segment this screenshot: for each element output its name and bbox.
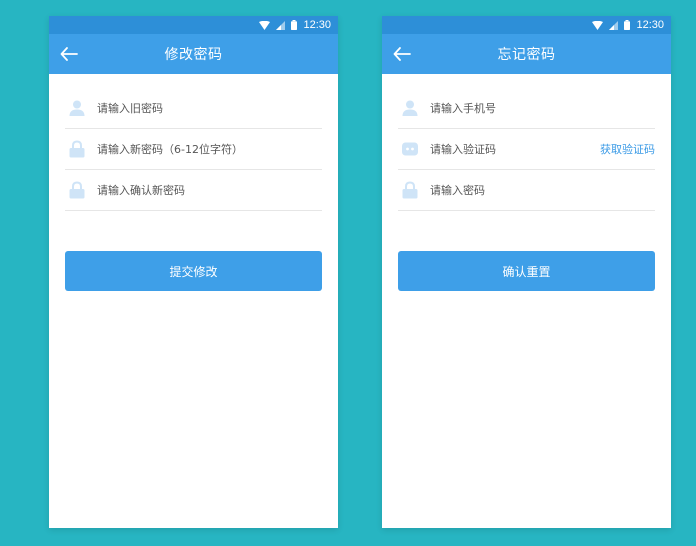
forgot-password-screen: 12:30 忘记密码 获取验证码 确认重置	[382, 16, 671, 528]
phone-number-input[interactable]	[430, 101, 655, 115]
page-title: 修改密码	[164, 47, 223, 63]
battery-icon	[624, 20, 631, 30]
new-password-row	[65, 129, 322, 170]
password-input[interactable]	[430, 183, 655, 197]
signal-icon	[609, 20, 619, 30]
back-arrow-icon[interactable]	[59, 44, 79, 64]
forgot-password-form: 获取验证码	[382, 74, 671, 211]
password-row	[398, 170, 655, 211]
new-password-input[interactable]	[97, 142, 322, 156]
battery-icon	[291, 20, 298, 30]
verification-code-row: 获取验证码	[398, 129, 655, 170]
lock-icon	[67, 139, 87, 159]
chat-bubble-icon	[400, 139, 420, 159]
wifi-icon	[592, 20, 604, 30]
old-password-row	[65, 88, 322, 129]
user-icon	[67, 98, 87, 118]
phone-number-row	[398, 88, 655, 129]
get-code-link[interactable]: 获取验证码	[600, 141, 655, 157]
back-arrow-icon[interactable]	[392, 44, 412, 64]
status-bar: 12:30	[49, 16, 338, 34]
status-time: 12:30	[303, 19, 331, 31]
status-time: 12:30	[636, 19, 664, 31]
confirm-reset-button[interactable]: 确认重置	[398, 251, 655, 291]
signal-icon	[276, 20, 286, 30]
change-password-screen: 12:30 修改密码 提交修改	[49, 16, 338, 528]
lock-icon	[67, 180, 87, 200]
status-bar: 12:30	[382, 16, 671, 34]
change-password-form	[49, 74, 338, 211]
page-title: 忘记密码	[497, 47, 556, 63]
wifi-icon	[259, 20, 271, 30]
confirm-password-row	[65, 170, 322, 211]
lock-icon	[400, 180, 420, 200]
app-bar: 修改密码	[49, 34, 338, 74]
app-bar: 忘记密码	[382, 34, 671, 74]
old-password-input[interactable]	[97, 101, 322, 115]
confirm-password-input[interactable]	[97, 183, 322, 197]
user-icon	[400, 98, 420, 118]
submit-change-button[interactable]: 提交修改	[65, 251, 322, 291]
